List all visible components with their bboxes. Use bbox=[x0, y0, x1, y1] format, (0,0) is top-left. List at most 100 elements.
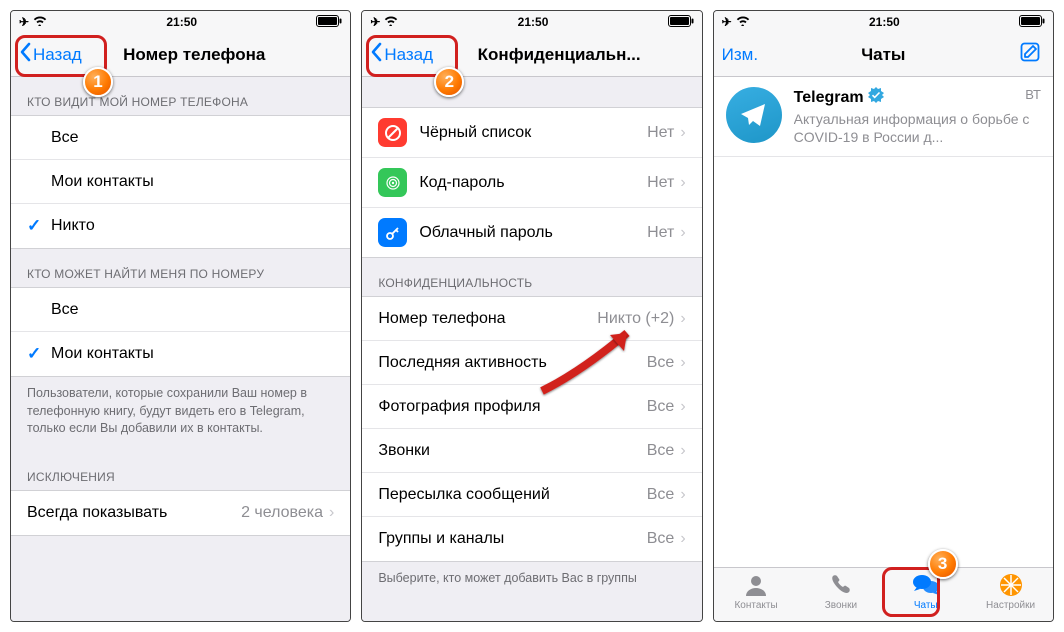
chevron-right-icon: › bbox=[329, 504, 334, 522]
chevron-right-icon: › bbox=[680, 174, 685, 192]
status-bar: ✈ 21:50 bbox=[362, 11, 701, 33]
groups-row[interactable]: Группы и каналы Все › bbox=[362, 517, 701, 561]
chats-list: Telegram Актуальная информация о борьбе … bbox=[714, 77, 1053, 567]
wifi-icon bbox=[384, 15, 398, 29]
phone-screen-2: ✈ 21:50 Назад Конфиденциальн... bbox=[361, 10, 702, 622]
row-label: Чёрный список bbox=[419, 124, 647, 142]
section-header-exceptions: ИСКЛЮЧЕНИЯ bbox=[11, 452, 350, 490]
tab-label: Звонки bbox=[825, 600, 857, 611]
option-label: Никто bbox=[51, 217, 334, 235]
row-label: Звонки bbox=[378, 442, 646, 460]
calls-row[interactable]: Звонки Все › bbox=[362, 429, 701, 473]
row-label: Пересылка сообщений bbox=[378, 486, 646, 504]
last-seen-row[interactable]: Последняя активность Все › bbox=[362, 341, 701, 385]
privacy-group: Номер телефона Никто (+2) › Последняя ак… bbox=[362, 296, 701, 562]
back-button[interactable]: Назад bbox=[370, 42, 433, 67]
chevron-right-icon: › bbox=[680, 486, 685, 504]
row-label: Группы и каналы bbox=[378, 530, 646, 548]
row-detail: Все bbox=[647, 354, 675, 372]
phone-screen-1: ✈ 21:50 Назад Номер телефона КТО ВИДИТ М… bbox=[10, 10, 351, 622]
tab-calls[interactable]: Звонки bbox=[798, 572, 883, 621]
back-button[interactable]: Назад bbox=[19, 42, 82, 67]
chat-title: Telegram bbox=[794, 89, 864, 107]
airplane-icon: ✈ bbox=[370, 15, 380, 29]
chats-icon bbox=[911, 572, 941, 598]
status-time: 21:50 bbox=[869, 15, 900, 29]
verified-icon bbox=[868, 87, 884, 108]
status-time: 21:50 bbox=[518, 15, 549, 29]
tab-bar: Контакты Звонки Чаты Настройки bbox=[714, 567, 1053, 621]
who-finds-group: ✓ Все ✓ Мои контакты bbox=[11, 287, 350, 377]
option-nobody[interactable]: ✓ Никто bbox=[11, 204, 350, 248]
phone-screen-3: ✈ 21:50 Изм. Чаты Telegram bbox=[713, 10, 1054, 622]
chevron-left-icon bbox=[370, 42, 382, 67]
row-label: Всегда показывать bbox=[27, 504, 241, 522]
chevron-right-icon: › bbox=[680, 310, 685, 328]
settings-icon bbox=[998, 572, 1024, 598]
option-everyone-find[interactable]: ✓ Все bbox=[11, 288, 350, 332]
always-show-row[interactable]: Всегда показывать 2 человека › bbox=[11, 491, 350, 535]
cloud-password-row[interactable]: Облачный пароль Нет › bbox=[362, 208, 701, 257]
chat-row-telegram[interactable]: Telegram Актуальная информация о борьбе … bbox=[714, 77, 1053, 157]
nav-title: Номер телефона bbox=[123, 45, 265, 65]
battery-icon bbox=[1019, 15, 1045, 30]
tab-label: Контакты bbox=[734, 600, 777, 611]
forward-row[interactable]: Пересылка сообщений Все › bbox=[362, 473, 701, 517]
exceptions-group: Всегда показывать 2 человека › bbox=[11, 490, 350, 536]
nav-bar: Изм. Чаты bbox=[714, 33, 1053, 77]
tab-settings[interactable]: Настройки bbox=[968, 572, 1053, 621]
option-everyone[interactable]: ✓ Все bbox=[11, 116, 350, 160]
option-contacts-find[interactable]: ✓ Мои контакты bbox=[11, 332, 350, 376]
chat-preview: Актуальная информация о борьбе с COVID-1… bbox=[794, 110, 1041, 146]
chevron-right-icon: › bbox=[680, 354, 685, 372]
nav-title: Конфиденциальн... bbox=[478, 45, 641, 65]
wifi-icon bbox=[33, 15, 47, 29]
contacts-icon bbox=[743, 572, 769, 598]
row-label: Номер телефона bbox=[378, 310, 597, 328]
chat-time: ВТ bbox=[1025, 87, 1041, 102]
status-bar: ✈ 21:50 bbox=[11, 11, 350, 33]
row-label: Код-пароль bbox=[419, 174, 647, 192]
footer-hint: Выберите, кто может добавить Вас в групп… bbox=[362, 562, 701, 602]
check-icon: ✓ bbox=[27, 216, 51, 236]
option-contacts[interactable]: ✓ Мои контакты bbox=[11, 160, 350, 204]
option-label: Мои контакты bbox=[51, 173, 334, 191]
row-label: Фотография профиля bbox=[378, 398, 646, 416]
phone-number-row[interactable]: Номер телефона Никто (+2) › bbox=[362, 297, 701, 341]
edit-button[interactable]: Изм. bbox=[722, 45, 758, 65]
status-time: 21:50 bbox=[166, 15, 197, 29]
chevron-right-icon: › bbox=[680, 224, 685, 242]
tab-label: Чаты bbox=[914, 600, 938, 611]
section-header-who-finds: КТО МОЖЕТ НАЙТИ МЕНЯ ПО НОМЕРУ bbox=[11, 249, 350, 287]
compose-button[interactable] bbox=[1019, 41, 1041, 68]
chevron-right-icon: › bbox=[680, 530, 685, 548]
option-label: Все bbox=[51, 129, 334, 147]
content-area: КТО ВИДИТ МОЙ НОМЕР ТЕЛЕФОНА ✓ Все ✓ Мои… bbox=[11, 77, 350, 621]
row-detail: Все bbox=[647, 442, 675, 460]
calls-icon bbox=[828, 572, 854, 598]
row-detail: Все bbox=[647, 486, 675, 504]
blacklist-row[interactable]: Чёрный список Нет › bbox=[362, 108, 701, 158]
airplane-icon: ✈ bbox=[19, 15, 29, 29]
tab-label: Настройки bbox=[986, 600, 1035, 611]
row-detail: Все bbox=[647, 398, 675, 416]
battery-icon bbox=[316, 15, 342, 30]
passcode-row[interactable]: Код-пароль Нет › bbox=[362, 158, 701, 208]
profile-photo-row[interactable]: Фотография профиля Все › bbox=[362, 385, 701, 429]
tab-chats[interactable]: Чаты bbox=[883, 572, 968, 621]
chevron-right-icon: › bbox=[680, 398, 685, 416]
tab-contacts[interactable]: Контакты bbox=[714, 572, 799, 621]
row-detail: Нет bbox=[647, 224, 674, 242]
content-area: Чёрный список Нет › Код-пароль Нет › Обл… bbox=[362, 77, 701, 621]
nav-title: Чаты bbox=[861, 45, 905, 65]
row-label: Облачный пароль bbox=[419, 224, 647, 242]
row-detail: Нет bbox=[647, 174, 674, 192]
who-sees-group: ✓ Все ✓ Мои контакты ✓ Никто bbox=[11, 115, 350, 249]
chevron-right-icon: › bbox=[680, 124, 685, 142]
section-header-privacy: КОНФИДЕНЦИАЛЬНОСТЬ bbox=[362, 258, 701, 296]
row-detail: Нет bbox=[647, 124, 674, 142]
chevron-left-icon bbox=[19, 42, 31, 67]
back-label: Назад bbox=[33, 45, 82, 65]
footer-hint: Пользователи, которые сохранили Ваш номе… bbox=[11, 377, 350, 452]
airplane-icon: ✈ bbox=[722, 15, 732, 29]
